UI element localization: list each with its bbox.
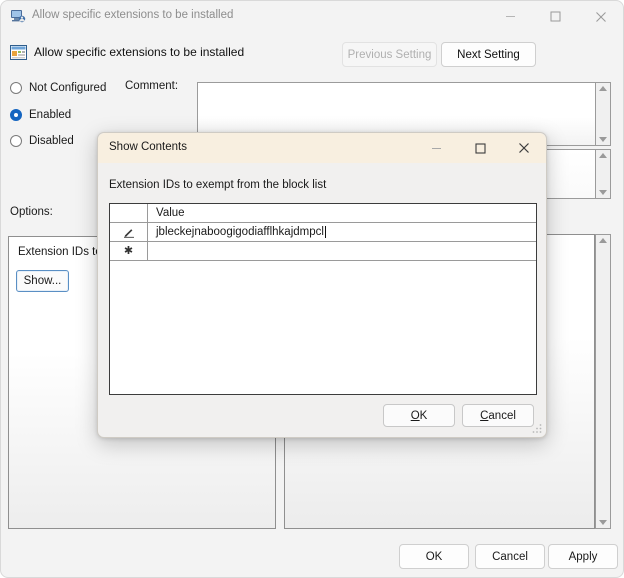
scroll-down-icon[interactable]: [599, 190, 607, 195]
window-close-icon[interactable]: [578, 1, 623, 32]
radio-not-configured[interactable]: Not Configured: [10, 82, 106, 94]
window-minimize-icon[interactable]: [488, 1, 533, 32]
grid-corner-cell: [110, 204, 148, 222]
scroll-up-icon[interactable]: [599, 153, 607, 158]
show-button[interactable]: Show...: [16, 270, 69, 292]
window-icon: [10, 8, 26, 24]
setting-title: Allow specific extensions to be installe…: [34, 45, 245, 59]
grid-cell-editing[interactable]: jbleckejnaboogigodiafflhkajdmpcl: [148, 223, 536, 241]
scroll-down-icon[interactable]: [599, 520, 607, 525]
previous-setting-button[interactable]: Previous Setting: [342, 42, 437, 67]
grid-cell-text: jbleckejnaboogigodiafflhkajdmpcl: [156, 226, 324, 238]
resize-grip[interactable]: [531, 422, 543, 434]
dialog-description: Extension IDs to exempt from the block l…: [109, 179, 327, 191]
accel-letter: C: [480, 409, 489, 422]
table-row[interactable]: ✱: [110, 242, 536, 261]
table-row[interactable]: jbleckejnaboogigodiafflhkajdmpcl: [110, 223, 536, 242]
row-new-asterisk-icon: ✱: [110, 242, 148, 260]
values-grid[interactable]: Value jbleckejnaboogigodiafflhkajdmpcl ✱: [109, 203, 537, 395]
dialog-ok-button[interactable]: OK: [383, 404, 455, 427]
comment-label: Comment:: [125, 80, 179, 92]
scroll-up-icon[interactable]: [599, 86, 607, 91]
accel-letter: O: [410, 409, 420, 422]
button-label-rest: K: [419, 409, 428, 422]
cancel-button[interactable]: Cancel: [475, 544, 545, 569]
radio-label: Disabled: [29, 135, 74, 147]
scroll-up-icon[interactable]: [599, 238, 607, 243]
help-scrollbar[interactable]: [595, 234, 611, 529]
grid-column-header-value: Value: [156, 207, 185, 219]
dialog-maximize-icon[interactable]: [458, 133, 502, 163]
window-title: Allow specific extensions to be installe…: [32, 9, 234, 21]
supported-on-scrollbar[interactable]: [595, 149, 611, 199]
dialog-minimize-icon[interactable]: [414, 133, 458, 163]
asterisk-glyph: ✱: [123, 244, 134, 257]
next-setting-button[interactable]: Next Setting: [441, 42, 536, 67]
setting-icon: [10, 44, 27, 61]
radio-enabled[interactable]: Enabled: [10, 109, 71, 121]
radio-indicator: [10, 135, 22, 147]
dialog-titlebar: Show Contents: [98, 133, 546, 163]
apply-button[interactable]: Apply: [548, 544, 618, 569]
scroll-down-icon[interactable]: [599, 137, 607, 142]
text-caret: [324, 226, 326, 238]
grid-header-row: Value: [110, 204, 536, 223]
options-label: Options:: [10, 206, 53, 218]
dialog-cancel-button[interactable]: Cancel: [462, 404, 534, 427]
radio-label: Not Configured: [29, 82, 107, 94]
dialog-title: Show Contents: [109, 141, 187, 153]
radio-indicator: [10, 109, 22, 121]
row-edit-pencil-icon: [110, 223, 148, 241]
window-titlebar: Allow specific extensions to be installe…: [1, 1, 623, 32]
grid-cell-new[interactable]: [148, 242, 536, 260]
dialog-close-icon[interactable]: [502, 133, 546, 163]
grid-empty-area: [110, 261, 536, 394]
show-contents-dialog: Show Contents Extension IDs to exempt fr…: [97, 132, 547, 438]
radio-label: Enabled: [29, 109, 72, 121]
radio-disabled[interactable]: Disabled: [10, 135, 74, 147]
comment-scrollbar[interactable]: [595, 82, 611, 146]
policy-setting-window: Allow specific extensions to be installe…: [0, 0, 624, 578]
radio-indicator: [10, 82, 22, 94]
button-label-rest: ancel: [488, 409, 516, 422]
window-maximize-icon[interactable]: [533, 1, 578, 32]
ok-button[interactable]: OK: [399, 544, 469, 569]
